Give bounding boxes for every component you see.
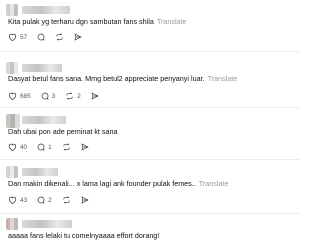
comment-item: aaaaa fans lelaki tu comelnyaaaa effort … [0,214,300,246]
heart-icon [8,143,17,151]
send-paper-plane-icon [74,33,82,41]
username-blurred[interactable] [22,64,62,72]
comment-actions: 685 3 2 [8,92,109,100]
like-button[interactable]: 40 [8,143,27,151]
username-blurred[interactable] [22,116,66,124]
like-button[interactable]: 685 [8,92,31,100]
comment-button[interactable]: 1 [37,143,52,151]
like-count: 57 [20,33,28,41]
username-blurred[interactable] [22,168,58,176]
heart-icon [8,196,17,204]
comment-count: 2 [48,196,52,204]
username-blurred[interactable] [22,220,72,228]
comment-text: Kita pulak yg terharu dgn sambutan fans … [8,17,296,26]
repost-button[interactable] [62,143,71,151]
comment-body: Dah ubai pon ade peminat kt sana [8,127,118,136]
comment-bubble-icon [37,143,45,151]
like-count: 685 [20,92,31,100]
send-paper-plane-icon [81,196,89,204]
comment-text: Dan makin dikenali... x lama lagi ank fo… [8,179,296,188]
comment-bubble-icon [37,196,45,204]
comment-actions: 57 [8,33,92,41]
username-blurred[interactable] [22,6,70,14]
comment-item: Dasyat betul fans sana. Mmg betul2 appre… [0,52,300,108]
like-count: 40 [20,143,28,151]
comment-text: aaaaa fans lelaki tu comelnyaaaa effort … [8,231,296,240]
comment-bubble-icon [37,33,45,41]
send-paper-plane-icon [81,143,89,151]
comment-button[interactable]: 2 [37,196,52,204]
send-paper-plane-icon [91,92,99,100]
repost-button[interactable]: 2 [65,92,81,100]
comment-item: Dah ubai pon ade peminat kt sana 40 1 [0,108,300,160]
comment-item: Kita pulak yg terharu dgn sambutan fans … [0,0,300,52]
repost-arrows-icon [56,33,63,41]
comment-text: Dah ubai pon ade peminat kt sana [8,127,296,136]
comment-bubble-icon [41,92,49,100]
comment-body: Dan makin dikenali... x lama lagi ank fo… [8,179,196,188]
translate-link[interactable]: Translate [199,179,229,188]
comment-count: 1 [48,143,52,151]
avatar[interactable] [6,62,18,74]
repost-arrows-icon [63,143,70,151]
like-count: 43 [20,196,28,204]
comment-actions: 40 1 [8,143,99,151]
avatar[interactable] [6,166,18,178]
repost-count: 2 [77,92,81,100]
comment-body: Kita pulak yg terharu dgn sambutan fans … [8,17,154,26]
translate-link[interactable]: Translate [208,74,238,83]
repost-arrows-icon [66,92,73,100]
share-button[interactable] [74,33,82,41]
avatar[interactable] [6,114,20,128]
repost-button[interactable] [55,33,64,41]
comment-item: Dan makin dikenali... x lama lagi ank fo… [0,160,300,214]
comment-body: Dasyat betul fans sana. Mmg betul2 appre… [8,74,205,83]
comment-button[interactable] [37,33,45,41]
comment-text: Dasyat betul fans sana. Mmg betul2 appre… [8,74,296,83]
share-button[interactable] [91,92,99,100]
comment-count: 3 [51,92,56,100]
avatar[interactable] [6,218,18,230]
repost-button[interactable] [62,196,71,204]
heart-icon [8,92,17,100]
repost-arrows-icon [63,196,70,204]
translate-link[interactable]: Translate [157,17,187,26]
comment-button[interactable]: 3 [41,92,56,100]
like-button[interactable]: 43 [8,196,27,204]
avatar[interactable] [6,4,18,16]
comment-body: aaaaa fans lelaki tu comelnyaaaa effort … [8,231,160,240]
share-button[interactable] [81,196,89,204]
comments-feed: Kita pulak yg terharu dgn sambutan fans … [0,0,300,246]
comment-actions: 43 2 [8,196,99,204]
like-button[interactable]: 57 [8,33,27,41]
share-button[interactable] [81,143,89,151]
heart-icon [8,33,17,41]
